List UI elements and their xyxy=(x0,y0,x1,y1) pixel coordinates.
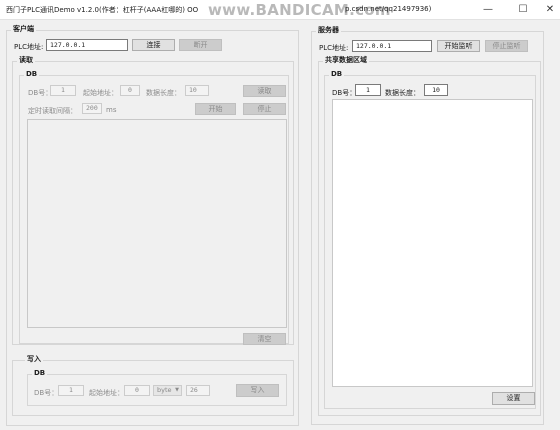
read-start-address-label: 起始地址： xyxy=(83,89,118,97)
write-value-input[interactable]: 26 xyxy=(186,385,210,396)
start-listen-button[interactable]: 开始监听 xyxy=(437,40,480,52)
start-timer-button[interactable]: 开始 xyxy=(195,103,236,115)
client-plc-address-label: PLC地址: xyxy=(14,43,44,51)
read-interval-unit: ms xyxy=(106,106,117,114)
server-data-textarea[interactable] xyxy=(332,99,533,387)
read-start-address-input[interactable]: 0 xyxy=(120,85,140,96)
write-db-number-label: DB号： xyxy=(34,389,59,397)
write-db-number-input[interactable]: 1 xyxy=(58,385,84,396)
read-button[interactable]: 读取 xyxy=(243,85,286,97)
read-group-label: 读取 xyxy=(17,55,35,65)
server-plc-address-input[interactable]: 127.0.0.1 xyxy=(352,40,432,52)
server-plc-address-label: PLC地址: xyxy=(319,44,349,52)
stop-listen-button[interactable]: 停止监听 xyxy=(485,40,528,52)
write-group-label: 写入 xyxy=(25,354,43,364)
client-section-label: 客户端 xyxy=(11,24,36,34)
stop-timer-button[interactable]: 停止 xyxy=(243,103,286,115)
write-start-address-label: 起始地址： xyxy=(89,389,124,397)
write-type-value: byte xyxy=(157,386,172,394)
server-db-number-input[interactable]: 1 xyxy=(355,84,381,96)
read-data-length-input[interactable]: 10 xyxy=(185,85,209,96)
window-title-url: p.csdn.net/qq21497936) xyxy=(345,5,432,13)
shared-data-group-label: 共享数据区域 xyxy=(323,55,369,65)
server-db-number-label: DB号： xyxy=(332,89,357,97)
chevron-down-icon: ▼ xyxy=(175,387,179,393)
write-button[interactable]: 写入 xyxy=(236,384,279,397)
server-section-label: 服务器 xyxy=(316,25,341,35)
window-title: 西门子PLC通讯Demo v1.2.0(作者：杠杆子(AAA杠哪的) OO xyxy=(6,6,199,14)
maximize-button[interactable]: ☐ xyxy=(509,0,537,20)
server-data-length-label: 数据长度： xyxy=(385,89,420,97)
set-button[interactable]: 设置 xyxy=(492,392,535,405)
read-db-number-label: DB号： xyxy=(28,89,53,97)
read-interval-label: 定时读取间隔： xyxy=(28,107,77,115)
write-type-select[interactable]: byte ▼ xyxy=(153,385,182,396)
read-db-group-label: DB xyxy=(24,70,40,78)
read-db-number-input[interactable]: 1 xyxy=(50,85,76,96)
read-output-textarea[interactable] xyxy=(27,119,287,328)
write-db-group-label: DB xyxy=(32,369,48,377)
disconnect-button[interactable]: 断开 xyxy=(179,39,222,51)
read-interval-input[interactable]: 200 xyxy=(82,103,102,114)
close-button[interactable]: ✕ xyxy=(536,0,560,20)
server-db-group-label: DB xyxy=(329,70,345,78)
connect-button[interactable]: 连接 xyxy=(132,39,175,51)
write-start-address-input[interactable]: 0 xyxy=(124,385,150,396)
client-plc-address-input[interactable]: 127.0.0.1 xyxy=(46,39,128,51)
minimize-button[interactable]: — xyxy=(474,0,502,20)
clear-button[interactable]: 清空 xyxy=(243,333,286,345)
read-data-length-label: 数据长度： xyxy=(146,89,181,97)
server-data-length-input[interactable]: 10 xyxy=(424,84,448,96)
